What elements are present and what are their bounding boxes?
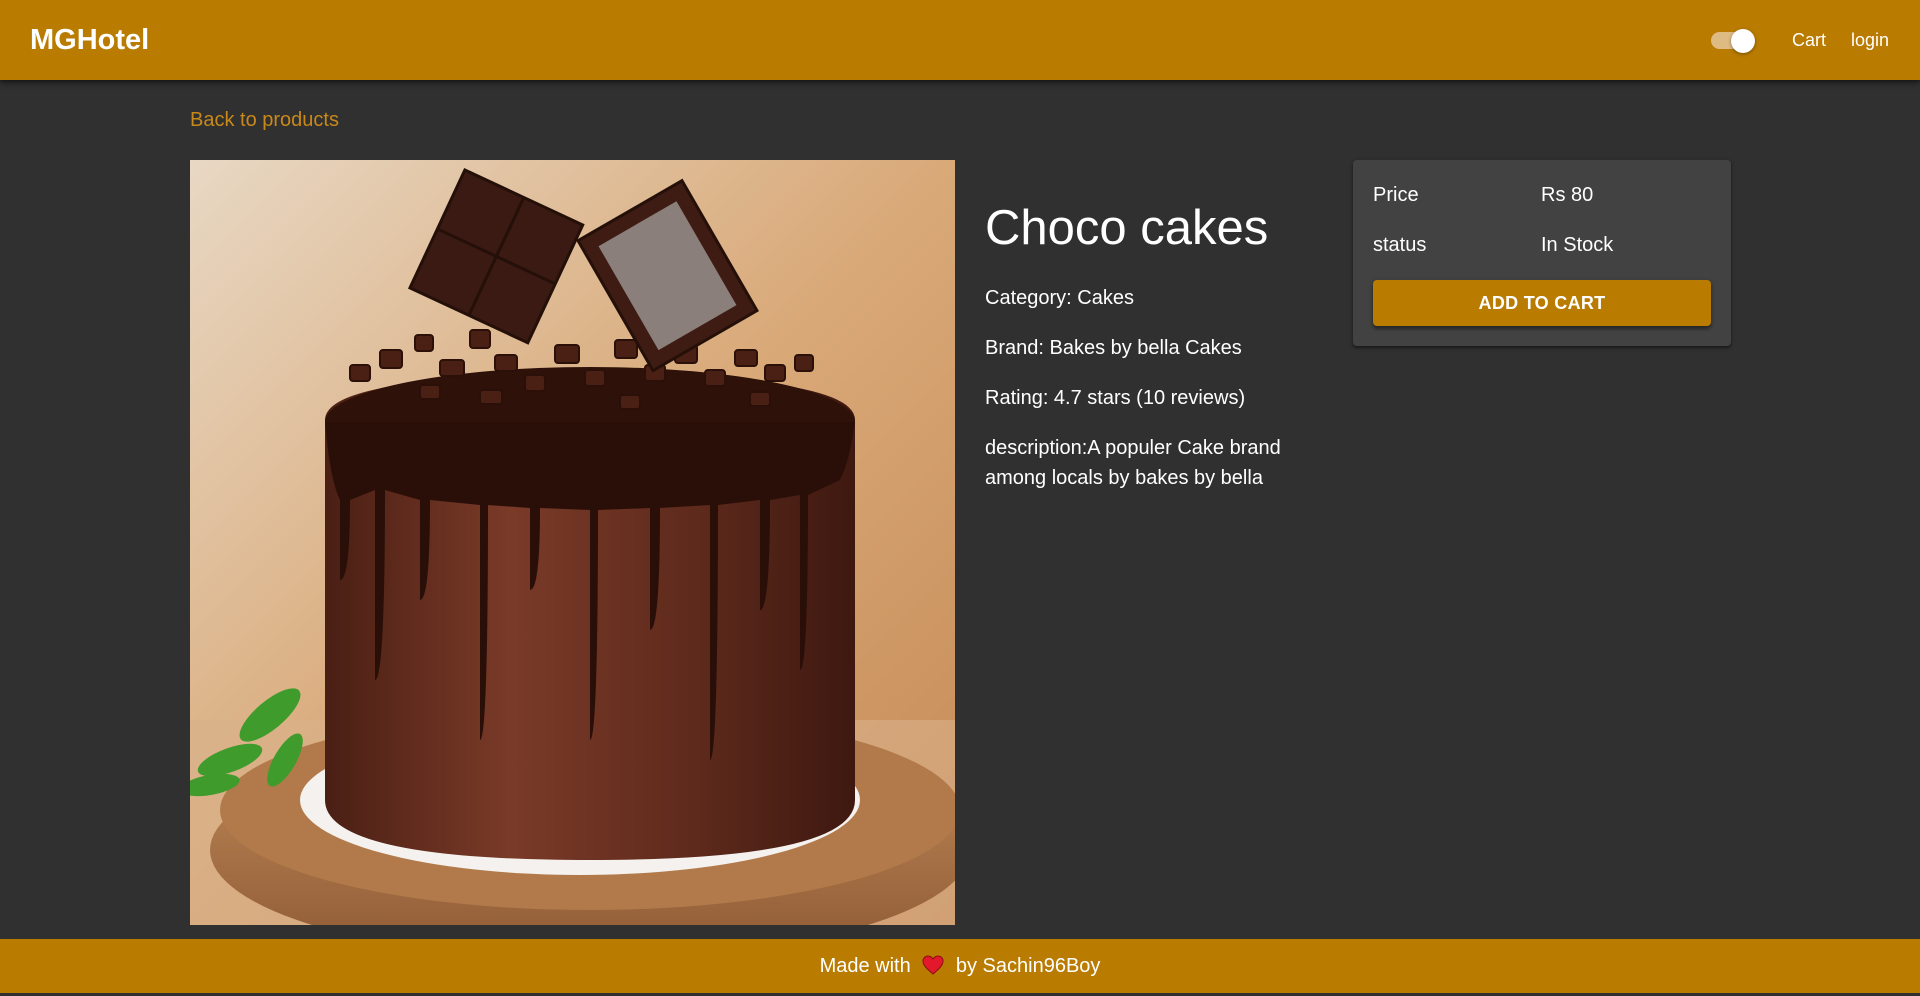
heart-icon bbox=[922, 942, 944, 975]
nav-cart-link[interactable]: Cart bbox=[1792, 28, 1826, 52]
add-to-cart-button[interactable]: ADD TO CART bbox=[1373, 280, 1711, 326]
price-label: Price bbox=[1373, 184, 1419, 206]
toggle-thumb bbox=[1731, 29, 1755, 53]
product-brand: Brand: Bakes by bella Cakes bbox=[985, 337, 1242, 359]
footer-text-before: Made with bbox=[819, 955, 911, 977]
theme-toggle[interactable] bbox=[1709, 29, 1755, 53]
product-details: Choco cakes Category: Cakes Brand: Bakes… bbox=[985, 195, 1315, 513]
product-category: Category: Cakes bbox=[985, 287, 1134, 309]
footer: Made with by Sachin96Boy bbox=[0, 939, 1920, 993]
nav-login-link[interactable]: login bbox=[1851, 28, 1889, 52]
status-row: status In Stock bbox=[1373, 230, 1613, 260]
brand-logo[interactable]: MGHotel bbox=[30, 22, 149, 58]
status-value: In Stock bbox=[1541, 234, 1614, 256]
purchase-card: Price Rs 80 status In Stock ADD TO CART bbox=[1353, 160, 1731, 346]
price-value: Rs 80 bbox=[1541, 184, 1594, 206]
product-title: Choco cakes bbox=[985, 201, 1269, 255]
status-label: status bbox=[1373, 234, 1427, 256]
back-to-products-link[interactable]: Back to products bbox=[190, 107, 339, 133]
product-image bbox=[190, 160, 955, 925]
product-rating: Rating: 4.7 stars (10 reviews) bbox=[985, 387, 1246, 409]
footer-text-after: by Sachin96Boy bbox=[955, 955, 1101, 977]
price-row: Price Rs 80 bbox=[1373, 180, 1593, 210]
product-description: description:A populer Cake brand among l… bbox=[985, 437, 1281, 489]
app-bar: MGHotel Cart login bbox=[0, 0, 1920, 80]
